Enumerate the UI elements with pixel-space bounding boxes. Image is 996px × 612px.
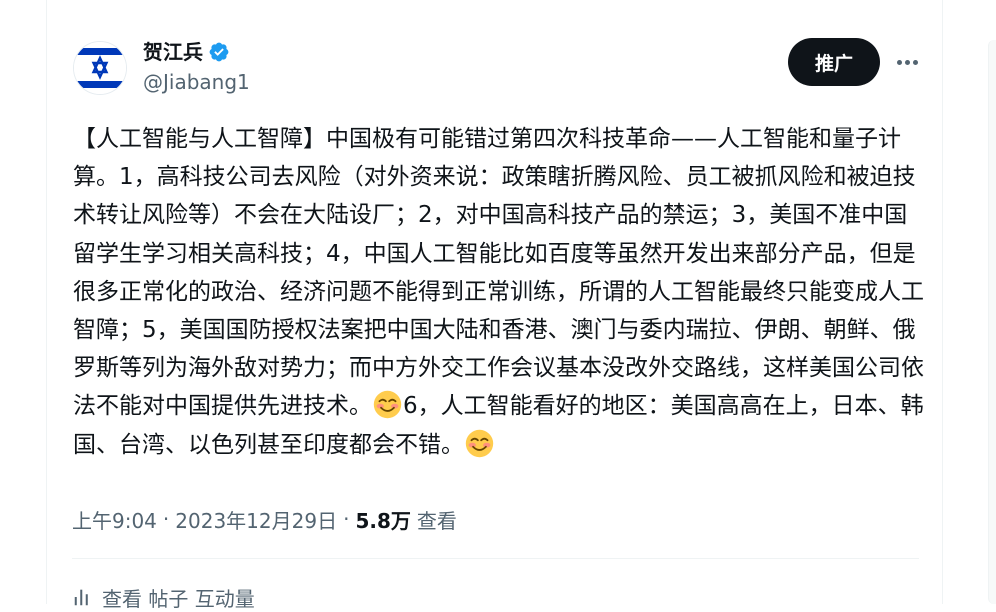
tweet-text: 【人工智能与人工智障】中国极有可能错过第四次科技革命——人工智能和量子计算。1，… [73, 120, 928, 464]
views-label: 查看 [416, 508, 457, 533]
meta-separator: · [343, 507, 350, 531]
meta-separator: · [162, 507, 170, 531]
dot [912, 59, 918, 65]
ellipsis-icon[interactable] [893, 48, 921, 76]
tweet-date[interactable]: 2023年12月29日 [175, 505, 337, 534]
tweet-time[interactable]: 上午9:04 [72, 505, 157, 534]
dot [904, 59, 910, 65]
smiling-face-emoji-icon [465, 429, 494, 457]
dot [896, 59, 902, 65]
analytics-icon [74, 589, 88, 606]
divider [72, 558, 919, 559]
author-name-row[interactable]: 贺江兵 [143, 39, 230, 65]
view-engagement-label[interactable]: 查看 帖子 互动量 [102, 583, 255, 612]
author-handle[interactable]: @Jiabang1 [143, 70, 250, 94]
view-engagement-link[interactable]: 查看 帖子 互动量 [72, 582, 255, 612]
promote-button[interactable]: 推广 [788, 38, 880, 86]
verified-badge-icon[interactable] [208, 41, 230, 63]
views-count: 5.8万 [355, 508, 411, 533]
avatar[interactable] [74, 42, 126, 94]
author-display-name[interactable]: 贺江兵 [143, 40, 203, 64]
sidebar-edge [988, 40, 996, 604]
smiling-face-emoji-icon [373, 391, 402, 419]
israel-flag-avatar-icon [74, 42, 126, 94]
timeline-left-border [46, 0, 47, 604]
timeline-right-border [942, 0, 943, 604]
tweet-meta: 上午9:04 · 2023年12月29日 · 5.8万 查看 [72, 504, 457, 534]
tweet-text-part1: 【人工智能与人工智障】中国极有可能错过第四次科技革命——人工智能和量子计算。1，… [73, 126, 924, 420]
